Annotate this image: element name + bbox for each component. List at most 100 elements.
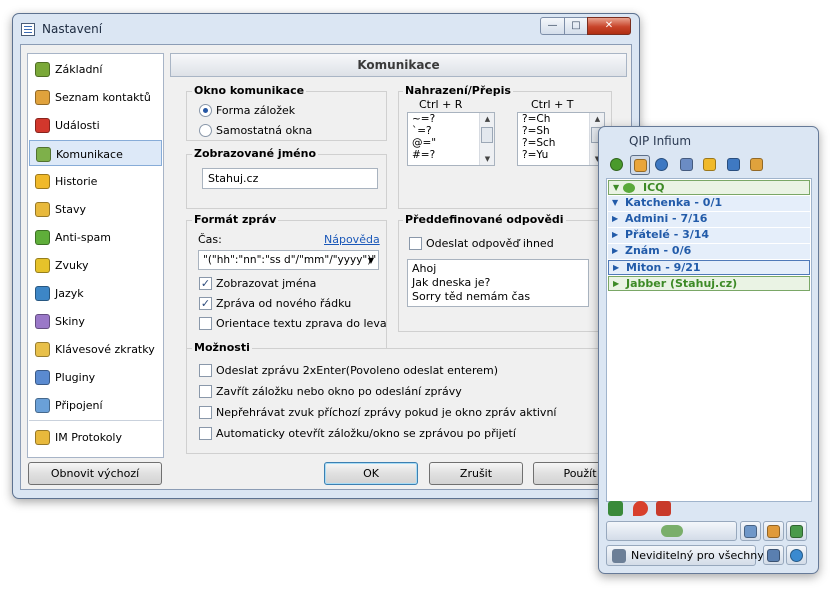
qip-toolbar-button[interactable]: [630, 155, 650, 175]
scroll-down-icon[interactable]: ▼: [480, 153, 495, 165]
expand-icon[interactable]: ▶: [613, 277, 619, 291]
qip-title: QIP Infium: [629, 134, 692, 148]
replies-textarea[interactable]: Ahoj Jak dneska je? Sorry těd nemám čas: [407, 259, 589, 307]
sidebar-item-jazyk[interactable]: Jazyk: [29, 280, 162, 306]
checkbox-label: Nepřehrávat zvuk příchozí zprávy pokud j…: [216, 406, 557, 419]
main-menu-button[interactable]: [606, 521, 737, 541]
reply-line: Ahoj: [412, 262, 437, 275]
users-icon: [767, 525, 780, 538]
user-icon: [767, 549, 780, 562]
group-title: Zobrazované jméno: [192, 147, 319, 160]
ctrl-t-list[interactable]: ?=Ch ?=Sh ?=Sch ?=Yu ▲ ▼: [517, 112, 605, 166]
sidebar-item-pluginy[interactable]: Pluginy: [29, 364, 162, 390]
chevron-down-icon[interactable]: ▼: [368, 256, 374, 265]
ok-button[interactable]: OK: [324, 462, 418, 485]
sidebar-item-stavy[interactable]: Stavy: [29, 196, 162, 222]
section-header: Komunikace: [170, 53, 627, 77]
sidebar-item-zvuky[interactable]: Zvuky: [29, 252, 162, 278]
time-format-value: "("hh":"nn":"ss d"/"mm"/"yyyy")": [203, 254, 377, 266]
communication-icon: [36, 147, 51, 162]
expand-icon[interactable]: ▼: [612, 196, 618, 210]
checkbox-close-after-send[interactable]: [199, 385, 212, 398]
contact-group-icq[interactable]: ▼ ICQ: [608, 180, 810, 195]
contact-group-pratele[interactable]: ▶ Přátelé - 3/14: [608, 228, 810, 243]
radio-forma-zalozek[interactable]: [199, 104, 212, 117]
expand-icon[interactable]: ▶: [612, 228, 618, 242]
cancel-button[interactable]: Zrušit: [429, 462, 523, 485]
checkbox-show-names[interactable]: ✓: [199, 277, 212, 290]
sidebar-item-udalosti[interactable]: Události: [29, 112, 162, 138]
s-icon[interactable]: [656, 501, 671, 516]
reset-defaults-button[interactable]: Obnovit výchozí: [28, 462, 162, 485]
qip-toolbar-button[interactable]: [700, 155, 720, 175]
sidebar-item-komunikace[interactable]: Komunikace: [29, 140, 162, 166]
contact-group-admini[interactable]: ▶ Admini - 7/16: [608, 212, 810, 227]
contact-list[interactable]: ▼ ICQ ▼ Katchenka - 0/1 ▶ Admini - 7/16 …: [606, 178, 812, 502]
sidebar-item-im-protokoly[interactable]: IM Protokoly: [29, 424, 162, 450]
checkbox-double-enter[interactable]: [199, 364, 212, 377]
sidebar-item-skiny[interactable]: Skiny: [29, 308, 162, 334]
ctrl-r-list[interactable]: ~=? `=? @=" #=? ▲ ▼: [407, 112, 495, 166]
help-link[interactable]: Nápověda: [324, 233, 380, 246]
sidebar-item-pripojeni[interactable]: Připojení: [29, 392, 162, 418]
group-name: Přátelé - 3/14: [625, 228, 710, 241]
settings-app-icon: [21, 23, 35, 36]
close-button[interactable]: ✕: [587, 17, 631, 35]
expand-icon[interactable]: ▶: [612, 212, 618, 226]
qip-toolbar-button[interactable]: [652, 155, 672, 175]
expand-icon[interactable]: ▶: [612, 244, 618, 258]
qip-toolbar-button[interactable]: [724, 155, 744, 175]
sidebar-item-klavesove-zkratky[interactable]: Klávesové zkratky: [29, 336, 162, 362]
group-name: Jabber (Stahuj.cz): [626, 277, 738, 290]
display-name-input[interactable]: Stahuj.cz: [202, 168, 378, 189]
profile-button[interactable]: [763, 545, 784, 565]
checkbox-send-immediately[interactable]: [409, 237, 422, 250]
sidebar-item-historie[interactable]: Historie: [29, 168, 162, 194]
sidebar-item-label: Komunikace: [56, 148, 123, 161]
qip-window: QIP Infium ▼ ICQ ▼ Katchenka - 0/1 ▶ Adm…: [598, 126, 819, 574]
scroll-up-icon[interactable]: ▲: [480, 113, 495, 125]
checkbox-rtl[interactable]: [199, 317, 212, 330]
basic-icon: [35, 62, 50, 77]
sidebar-item-anti-spam[interactable]: Anti-spam: [29, 224, 162, 250]
status-select-button[interactable]: Neviditelný pro všechny: [606, 545, 764, 566]
icq-status-icon[interactable]: [608, 501, 623, 516]
checkbox-mute-active[interactable]: [199, 406, 212, 419]
icq-flower-icon: [623, 183, 635, 193]
sidebar-item-zakladni[interactable]: Základní: [29, 56, 162, 82]
qip-toolbar-button[interactable]: [747, 155, 767, 175]
options-group: Možnosti Odeslat zprávu 2xEnter(Povoleno…: [186, 341, 612, 454]
ctrl-r-label: Ctrl + R: [419, 98, 463, 111]
sort-button[interactable]: [786, 521, 807, 541]
sounds-icon: [35, 258, 50, 273]
group-title: Okno komunikace: [192, 84, 307, 97]
pin-icon[interactable]: [633, 501, 648, 516]
title-bar[interactable]: Nastavení — □ ✕: [13, 14, 639, 44]
contact-group-katchenka[interactable]: ▼ Katchenka - 0/1: [608, 196, 810, 211]
ctrl-r-scrollbar[interactable]: ▲ ▼: [479, 113, 494, 165]
expand-icon[interactable]: ▶: [613, 261, 619, 275]
checkbox-auto-open[interactable]: [199, 427, 212, 440]
protocols-icon: [35, 430, 50, 445]
contact-group-jabber[interactable]: ▶ Jabber (Stahuj.cz): [608, 276, 810, 291]
qip-action-bar: [606, 521, 811, 543]
group-name: ICQ: [643, 181, 665, 194]
qip-toolbar-button[interactable]: [607, 155, 627, 175]
expand-icon[interactable]: ▼: [613, 181, 619, 195]
sidebar-item-seznam-kontaktu[interactable]: Seznam kontaktů: [29, 84, 162, 110]
minimize-button[interactable]: —: [540, 17, 565, 35]
sidebar-item-label: Stavy: [55, 203, 87, 216]
scroll-thumb[interactable]: [481, 127, 493, 143]
web-button[interactable]: [786, 545, 807, 565]
window-body: Základní Seznam kontaktů Události Komuni…: [20, 44, 632, 490]
add-contact-button[interactable]: [740, 521, 761, 541]
scroll-up-icon[interactable]: ▲: [590, 113, 605, 125]
time-format-select[interactable]: "("hh":"nn":"ss d"/"mm"/"yyyy")" ▼: [198, 250, 379, 270]
maximize-button[interactable]: □: [564, 17, 588, 35]
contact-group-miton[interactable]: ▶ Miton - 9/21: [608, 260, 810, 275]
qip-toolbar-button[interactable]: [677, 155, 697, 175]
checkbox-new-line[interactable]: ✓: [199, 297, 212, 310]
contact-group-znam[interactable]: ▶ Znám - 0/6: [608, 244, 810, 259]
users-button[interactable]: [763, 521, 784, 541]
radio-samostatna-okna[interactable]: [199, 124, 212, 137]
